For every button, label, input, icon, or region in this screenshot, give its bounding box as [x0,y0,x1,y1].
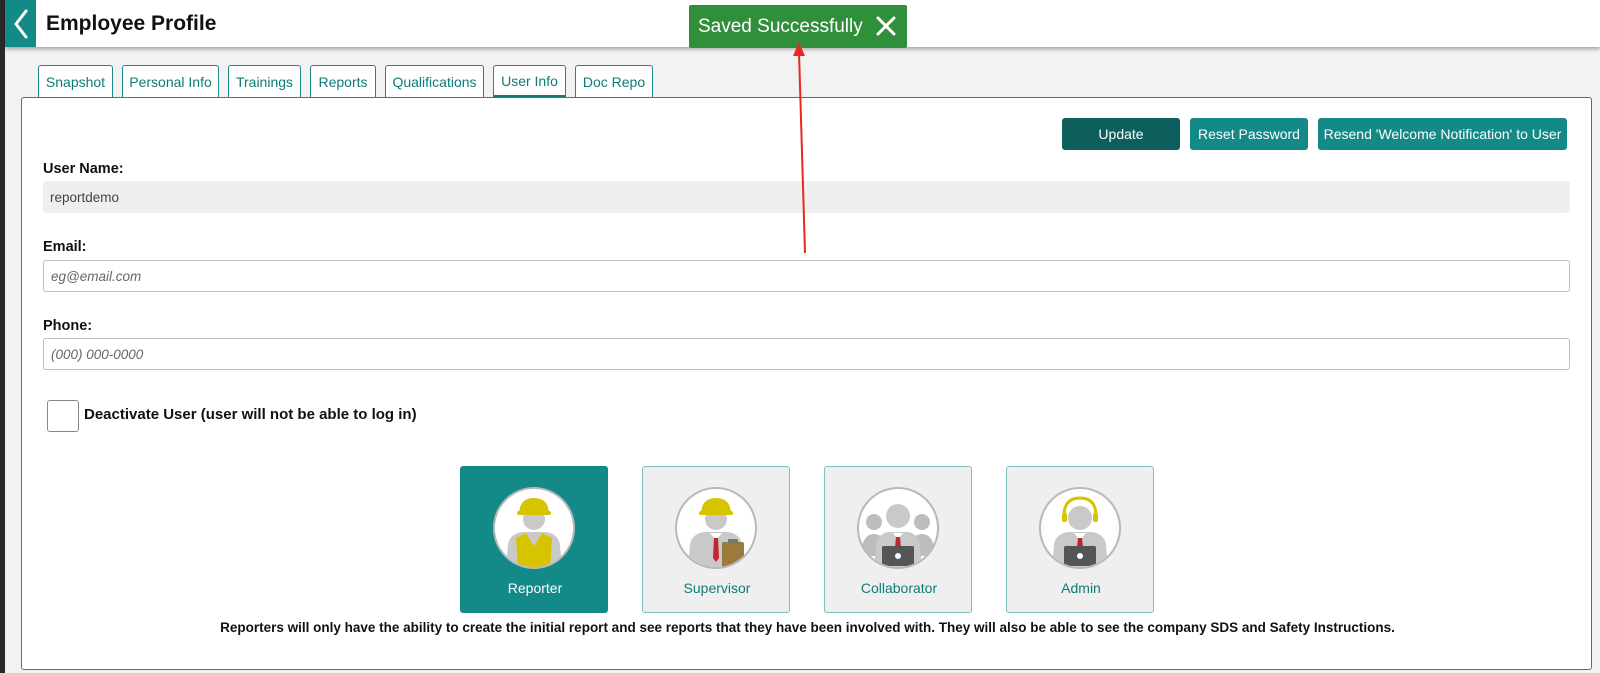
tab-doc-repo[interactable]: Doc Repo [575,65,653,97]
email-field[interactable] [43,260,1570,292]
role-label-reporter: Reporter [507,580,563,596]
role-card-collaborator[interactable]: Collaborator [824,466,972,613]
tab-personal-info[interactable]: Personal Info [122,65,219,97]
update-button[interactable]: Update [1062,118,1180,150]
phone-label: Phone: [43,318,93,334]
admin-avatar-icon [1039,487,1121,569]
deactivate-checkbox[interactable] [47,400,79,432]
role-description: Reporters will only have the ability to … [220,620,1395,635]
tab-trainings[interactable]: Trainings [228,65,301,97]
user-info-panel: Update Reset Password Resend 'Welcome No… [21,97,1592,670]
tab-snapshot[interactable]: Snapshot [38,65,113,97]
email-label: Email: [43,239,87,255]
deactivate-label: Deactivate User (user will not be able t… [84,406,417,423]
supervisor-avatar-icon [675,487,757,569]
toast-message: Saved Successfully [698,15,863,37]
tab-reports[interactable]: Reports [310,65,376,97]
tab-qualifications[interactable]: Qualifications [385,65,484,97]
role-label-supervisor: Supervisor [683,580,751,596]
username-value: reportdemo [43,181,1570,213]
phone-field[interactable] [43,338,1570,370]
role-card-supervisor[interactable]: Supervisor [642,466,790,613]
reset-password-button[interactable]: Reset Password [1190,118,1308,150]
back-button[interactable] [5,0,36,47]
username-label: User Name: [43,161,124,177]
chevron-left-icon [14,9,27,38]
role-label-admin: Admin [1061,580,1101,596]
collaborator-avatar-icon [857,487,939,569]
window-edge [0,0,5,673]
success-toast: Saved Successfully [689,5,907,48]
tab-user-info[interactable]: User Info [493,65,566,97]
role-card-admin[interactable]: Admin [1006,466,1154,613]
role-label-collaborator: Collaborator [860,580,938,596]
reporter-avatar-icon [493,487,575,569]
page-title: Employee Profile [46,12,217,35]
resend-welcome-button[interactable]: Resend 'Welcome Notification' to User [1318,118,1567,150]
close-icon[interactable] [875,15,897,37]
role-card-reporter[interactable]: Reporter [460,466,608,613]
